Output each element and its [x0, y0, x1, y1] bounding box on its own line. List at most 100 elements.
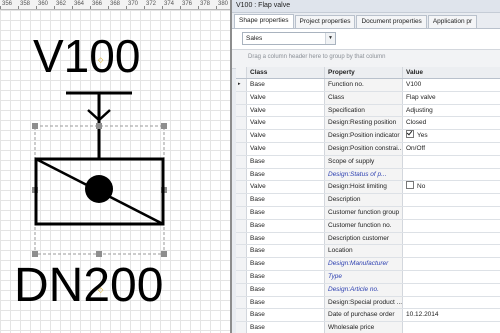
tab-document-properties[interactable]: Document properties	[356, 15, 427, 28]
table-row[interactable]: Valve Design:Hoist limiting No	[236, 181, 500, 195]
table-row[interactable]: Valve Design:Position indicator Yes	[236, 130, 500, 143]
row-selector[interactable]	[236, 104, 247, 117]
row-selector[interactable]	[236, 194, 247, 206]
row-selector[interactable]	[236, 155, 247, 168]
panel-title: V100 : Flap valve	[232, 0, 500, 13]
value-cell[interactable]	[403, 245, 500, 257]
row-selector[interactable]	[236, 142, 247, 155]
value-cell[interactable]: Closed	[403, 117, 500, 129]
column-header-class[interactable]: Class	[247, 67, 325, 78]
table-row[interactable]: Base Design:Article no.	[236, 283, 500, 297]
property-name: Design:Special product ...	[328, 298, 403, 306]
table-row[interactable]: Base Design:Status of p...	[236, 168, 500, 182]
class-cell: Base	[247, 206, 325, 219]
value-cell[interactable]: On/Off	[403, 143, 500, 155]
row-selector[interactable]	[236, 283, 247, 296]
value-cell[interactable]: Flap valve	[403, 92, 500, 104]
property-cell: Design:Resting position	[325, 117, 403, 130]
property-name: Scope of supply	[328, 157, 375, 165]
chevron-down-icon[interactable]: ▼	[325, 33, 335, 44]
column-header-value[interactable]: Value	[403, 67, 500, 78]
tab-application-pr[interactable]: Application pr	[427, 15, 478, 28]
column-header-property[interactable]: Property	[325, 67, 403, 78]
properties-grid: Class Property Value ▸ Base Function no. V1…	[236, 67, 500, 333]
value-cell[interactable]: No	[403, 181, 500, 193]
property-name: Design:Manufacturer	[328, 260, 389, 268]
checkbox[interactable]	[406, 181, 414, 190]
value-cell[interactable]	[403, 220, 500, 232]
value-cell[interactable]: 10.12.2014	[403, 309, 500, 321]
class-cell: Base	[247, 194, 325, 206]
row-selector[interactable]	[236, 181, 247, 194]
group-by-area[interactable]: Drag a column header here to group by th…	[232, 49, 500, 69]
row-selector[interactable]	[236, 219, 247, 232]
value-cell[interactable]	[403, 322, 500, 333]
table-row[interactable]: Valve Class Flap valve	[236, 91, 500, 105]
value-cell[interactable]	[403, 233, 500, 245]
drawing-canvas[interactable]: 356 358 360 362 364 366 368 370 372 374 376 378 380 …	[0, 0, 230, 333]
svg-text:◇: ◇	[98, 56, 104, 64]
tab-project-properties[interactable]: Project properties	[294, 15, 356, 28]
property-name: Location	[328, 247, 353, 255]
filter-dropdown[interactable]: Sales ▼	[242, 32, 336, 45]
class-cell: Valve	[247, 91, 325, 104]
table-row[interactable]: Base Location	[236, 245, 500, 259]
row-selector[interactable]	[236, 258, 247, 270]
table-row[interactable]: ▸ Base Function no. V100	[236, 79, 500, 92]
table-row[interactable]: Base Type	[236, 270, 500, 284]
value-text: Yes	[417, 132, 428, 140]
table-row[interactable]: Base Wholesale price	[236, 322, 500, 333]
row-selector[interactable]	[236, 232, 247, 245]
table-row[interactable]: Base Customer function no.	[236, 219, 500, 233]
row-selector[interactable]	[236, 296, 247, 309]
table-row[interactable]: Base Design:Manufacturer	[236, 258, 500, 271]
table-row[interactable]: Valve Design:Resting position Closed	[236, 117, 500, 131]
table-row[interactable]: Base Scope of supply	[236, 155, 500, 169]
row-selector[interactable]	[236, 91, 247, 104]
class-cell: Base	[247, 155, 325, 168]
class-cell: Valve	[247, 142, 325, 155]
value-cell[interactable]	[403, 258, 500, 270]
value-cell[interactable]	[403, 169, 500, 181]
value-cell[interactable]: V100	[403, 79, 500, 91]
value-cell[interactable]: Yes	[403, 130, 500, 142]
row-selector[interactable]	[236, 322, 247, 333]
row-selector[interactable]	[236, 309, 247, 322]
tab-shape-properties[interactable]: Shape properties	[234, 14, 294, 28]
value-cell[interactable]	[403, 271, 500, 283]
current-row-arrow-icon[interactable]: ▸	[236, 79, 247, 91]
row-selector[interactable]	[236, 245, 247, 258]
value-cell[interactable]	[403, 207, 500, 219]
size-label[interactable]: DN200	[14, 262, 163, 310]
checkbox[interactable]	[406, 130, 414, 139]
table-row[interactable]: Base Description	[236, 194, 500, 207]
table-row[interactable]: Base Design:Special product ...	[236, 296, 500, 310]
value-cell[interactable]	[403, 194, 500, 206]
property-cell: Type	[325, 270, 403, 283]
table-row[interactable]: Base Customer function group	[236, 206, 500, 220]
value-cell[interactable]	[403, 156, 500, 168]
property-cell: Date of purchase order	[325, 309, 403, 322]
class-cell: Base	[247, 309, 325, 322]
table-row[interactable]: Base Description customer	[236, 232, 500, 246]
property-cell: Description	[325, 194, 403, 206]
class-cell: Valve	[247, 117, 325, 130]
property-cell: Scope of supply	[325, 155, 403, 168]
row-selector[interactable]	[236, 270, 247, 283]
table-row[interactable]: Base Date of purchase order 10.12.2014	[236, 309, 500, 323]
class-cell: Base	[247, 270, 325, 283]
table-row[interactable]: Valve Design:Position constrai... On/Off	[236, 142, 500, 156]
property-cell: Design:Special product ...	[325, 296, 403, 309]
row-selector[interactable]	[236, 206, 247, 219]
value-text: Closed	[406, 119, 427, 127]
row-selector[interactable]	[236, 168, 247, 181]
class-cell: Valve	[247, 181, 325, 194]
table-row[interactable]: Valve Specification Adjusting	[236, 104, 500, 118]
row-selector[interactable]	[236, 117, 247, 130]
value-cell[interactable]	[403, 297, 500, 309]
property-name: Customer function no.	[328, 221, 392, 229]
value-cell[interactable]: Adjusting	[403, 105, 500, 117]
value-cell[interactable]	[403, 284, 500, 296]
row-selector[interactable]	[236, 130, 247, 142]
tab-strip: Shape properties Project properties Docume…	[234, 14, 478, 28]
